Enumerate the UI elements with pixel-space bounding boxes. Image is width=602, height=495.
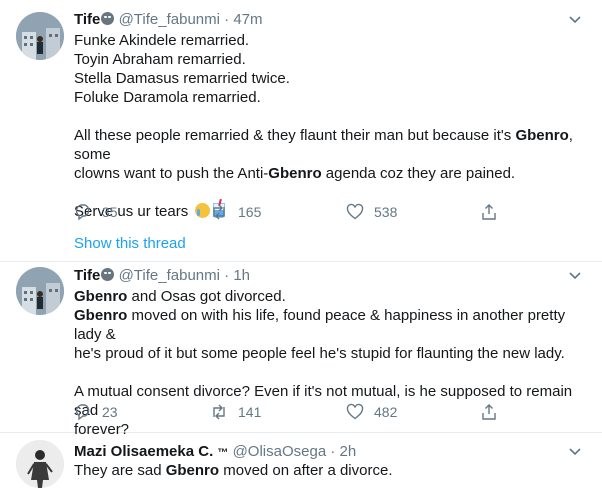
retweet-button[interactable]: 165	[210, 202, 261, 222]
tweet-line: he's proud of it but some people feel he…	[74, 345, 565, 362]
tweet-text: Funke Akindele remarried. Toyin Abraham …	[74, 31, 578, 221]
user-handle[interactable]: @Tife_fabunmi	[119, 267, 220, 284]
avatar-image	[16, 12, 64, 60]
retweet-count: 141	[238, 404, 262, 420]
tweet-actions: 35 165 538	[74, 202, 502, 222]
share-button[interactable]	[480, 402, 498, 422]
display-name[interactable]: Mazi Olisaemeka C.	[74, 443, 213, 460]
chevron-down-icon[interactable]	[566, 10, 584, 28]
like-button[interactable]: 482	[346, 402, 397, 422]
tweet-line: Toyin Abraham remarried.	[74, 51, 246, 68]
share-button[interactable]	[480, 202, 498, 222]
separator-dot: ·	[330, 443, 336, 460]
retweet-button[interactable]: 141	[210, 402, 261, 422]
avatar[interactable]	[16, 12, 64, 60]
tweet-header: Tife @Tife_fabunmi · 47m	[74, 10, 562, 30]
display-name[interactable]: Tife	[74, 11, 100, 28]
retweet-icon	[213, 204, 225, 220]
show-thread-link[interactable]: Show this thread	[74, 235, 186, 252]
trademark-badge: ™	[217, 447, 229, 459]
avatar-image	[16, 267, 64, 315]
timestamp[interactable]: 2h	[340, 443, 357, 460]
tweet-line: Gbenro moved on with his life, found pea…	[74, 307, 570, 343]
highlighted-keyword: Gbenro	[515, 127, 569, 144]
display-name[interactable]: Tife	[74, 267, 100, 284]
like-count: 482	[374, 404, 398, 420]
highlighted-keyword: Gbenro	[268, 165, 322, 182]
tweet-line: Foluke Daramola remarried.	[74, 89, 261, 106]
chevron-down-icon[interactable]	[566, 442, 584, 460]
user-handle[interactable]: @OlisaOsega	[233, 443, 327, 460]
share-icon	[482, 404, 496, 420]
heart-icon	[346, 403, 364, 420]
separator-dot: ·	[224, 11, 230, 28]
heart-icon	[346, 203, 364, 220]
like-count: 538	[374, 204, 398, 220]
reply-count: 35	[102, 204, 118, 220]
tweet-text: They are sad Gbenro moved on after a div…	[74, 461, 578, 480]
reply-button[interactable]: 23	[74, 402, 118, 422]
separator-dot: ·	[224, 267, 230, 284]
retweet-count: 165	[238, 204, 262, 220]
tweet-header: Mazi Olisaemeka C. ™ @OlisaOsega · 2h	[74, 442, 562, 462]
like-button[interactable]: 538	[346, 202, 397, 222]
reply-count: 23	[102, 404, 118, 420]
tweet-line: Stella Damasus remarried twice.	[74, 70, 290, 87]
tweet-actions: 23 141 482	[74, 402, 502, 422]
tweet-line: Gbenro and Osas got divorced.	[74, 288, 286, 305]
tweet-header: Tife @Tife_fabunmi · 1h	[74, 266, 562, 286]
reply-icon	[75, 404, 90, 421]
avatar-image	[16, 440, 64, 488]
retweet-icon	[213, 404, 225, 420]
tweet[interactable]: Mazi Olisaemeka C. ™ @OlisaOsega · 2h Th…	[0, 433, 602, 495]
highlighted-keyword: Gbenro	[74, 307, 128, 324]
face-emoji-icon	[101, 12, 115, 25]
share-icon	[482, 204, 496, 220]
chevron-down-icon[interactable]	[566, 266, 584, 284]
avatar[interactable]	[16, 440, 64, 488]
timestamp[interactable]: 1h	[233, 267, 250, 284]
tweet[interactable]: Tife @Tife_fabunmi · 1h Gbenro and Osas …	[0, 262, 602, 438]
tweet[interactable]: Tife @Tife_fabunmi · 47m Funke Akindele …	[0, 0, 602, 262]
timeline-feed: Tife @Tife_fabunmi · 47m Funke Akindele …	[0, 0, 602, 495]
tweet-line: They are sad Gbenro moved on after a div…	[74, 462, 393, 479]
reply-button[interactable]: 35	[74, 202, 118, 222]
tweet-line: Funke Akindele remarried.	[74, 32, 250, 49]
tweet-line: All these people remarried & they flaunt…	[74, 127, 578, 163]
avatar[interactable]	[16, 267, 64, 315]
timestamp[interactable]: 47m	[233, 11, 262, 28]
reply-icon	[75, 204, 90, 221]
user-handle[interactable]: @Tife_fabunmi	[119, 11, 220, 28]
face-emoji-icon	[101, 268, 115, 281]
tweet-line: clowns want to push the Anti-Gbenro agen…	[74, 165, 516, 182]
highlighted-keyword: Gbenro	[165, 462, 220, 479]
highlighted-keyword: Gbenro	[74, 288, 128, 305]
